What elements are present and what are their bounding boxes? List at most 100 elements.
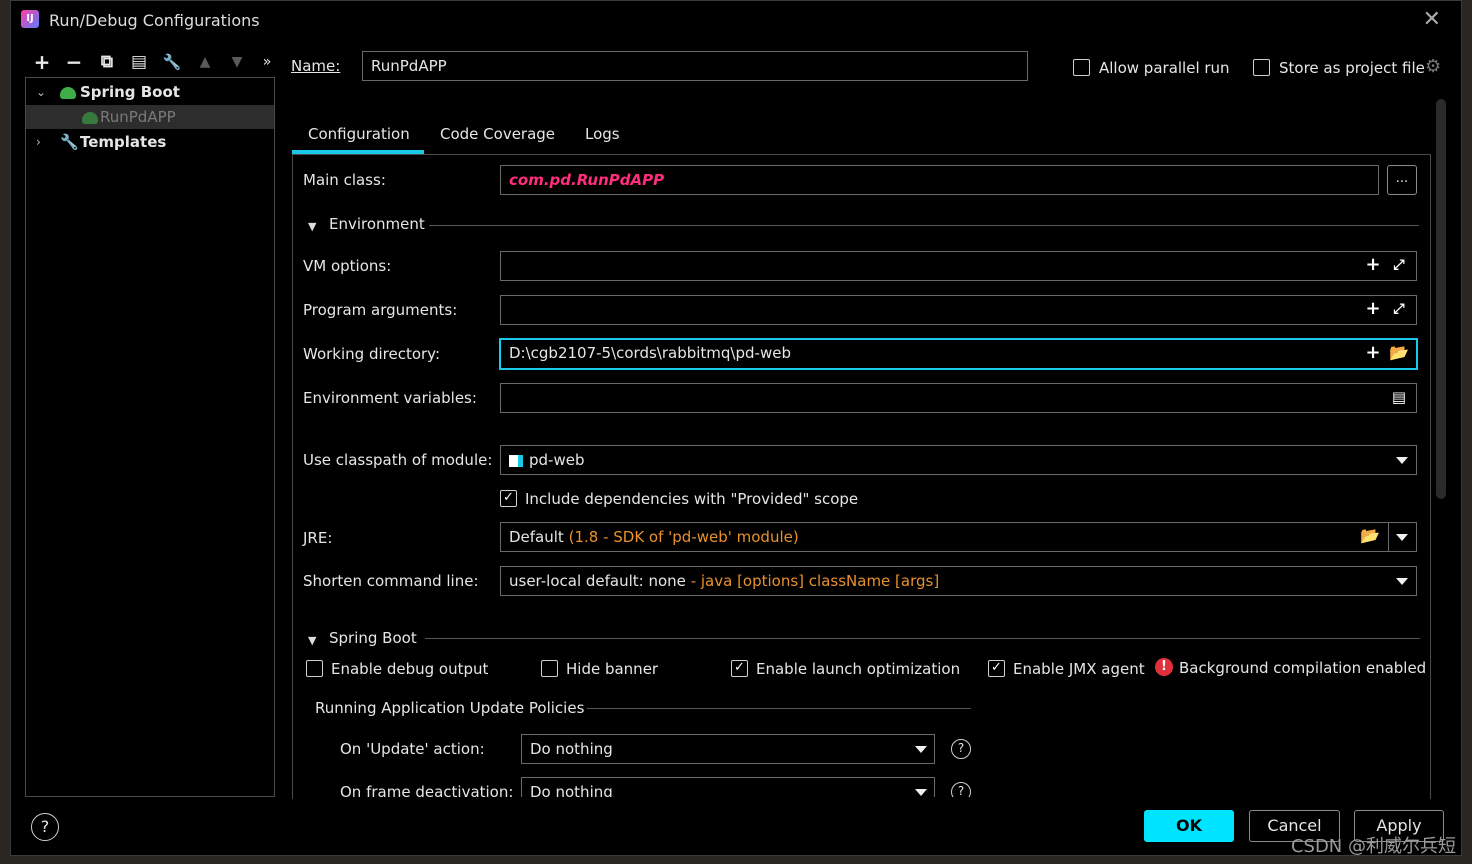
folder-icon[interactable]: 📂	[1389, 343, 1409, 363]
plus-icon[interactable]: +	[1363, 255, 1383, 275]
env-vars-input[interactable]	[500, 383, 1417, 413]
add-icon[interactable]: +	[31, 51, 53, 73]
env-vars-label: Environment variables:	[303, 389, 477, 407]
launch-opt-label: Enable launch optimization	[756, 660, 961, 678]
ok-button[interactable]: OK	[1144, 810, 1234, 842]
configuration-tree: ⌄ Spring Boot RunPdAPP › 🔧 Templates	[25, 77, 275, 797]
tree-item-templates[interactable]: › 🔧 Templates	[26, 130, 274, 154]
program-args-label: Program arguments:	[303, 301, 458, 319]
move-down-icon[interactable]: ▼	[226, 51, 248, 73]
jre-value: Default	[509, 528, 564, 546]
include-deps-checkbox[interactable]: ✓	[500, 490, 517, 507]
close-icon[interactable]: ✕	[1423, 7, 1441, 32]
spring-boot-icon	[82, 112, 98, 124]
working-dir-input[interactable]: D:\cgb2107-5\cords\rabbitmq\pd-web	[499, 338, 1418, 370]
copy-icon[interactable]: ⧉	[96, 51, 118, 73]
policies-label: Running Application Update Policies	[315, 699, 585, 717]
clipped-row: On frame deactivation: Do nothing ?	[292, 777, 1431, 797]
name-input[interactable]: RunPdAPP	[362, 51, 1028, 81]
document-icon[interactable]: ▤	[1389, 387, 1409, 407]
section-divider	[587, 708, 971, 709]
chevron-down-icon[interactable]	[915, 746, 927, 753]
module-icon	[509, 454, 523, 467]
expand-icon[interactable]: ⤢	[1389, 255, 1409, 275]
gear-icon[interactable]: ⚙	[1425, 56, 1441, 77]
tab-logs[interactable]: Logs	[585, 125, 620, 143]
spring-boot-section-label: Spring Boot	[329, 629, 417, 647]
main-class-label: Main class:	[303, 171, 386, 189]
working-dir-label: Working directory:	[303, 345, 441, 363]
window-title: Run/Debug Configurations	[49, 11, 260, 30]
collapse-triangle-icon[interactable]: ▼	[308, 220, 316, 233]
classpath-value: pd-web	[529, 451, 585, 469]
on-frame-select[interactable]: Do nothing	[521, 777, 935, 797]
section-divider	[429, 225, 1419, 226]
vm-options-input[interactable]	[500, 251, 1417, 281]
chevron-down-icon[interactable]	[1396, 457, 1408, 464]
help-icon[interactable]: ?	[31, 813, 59, 841]
tab-configuration[interactable]: Configuration	[308, 125, 410, 143]
help-icon[interactable]: ?	[951, 782, 971, 797]
jre-label: JRE:	[303, 529, 333, 547]
tree-item-label: Spring Boot	[80, 83, 180, 101]
shorten-select[interactable]: user-local default: none - java [options…	[500, 566, 1417, 596]
run-debug-dialog: IJ Run/Debug Configurations ✕ + − ⧉ ▤ 🔧 …	[10, 0, 1462, 856]
tab-code-coverage[interactable]: Code Coverage	[440, 125, 555, 143]
vertical-scrollbar[interactable]	[1436, 99, 1446, 499]
main-class-value: com.pd.RunPdAPP	[509, 171, 665, 189]
error-icon: !	[1155, 658, 1173, 676]
intellij-app-icon: IJ	[21, 10, 39, 28]
hide-banner-checkbox[interactable]	[541, 660, 558, 677]
shorten-detail: - java [options] className [args]	[690, 572, 940, 590]
allow-parallel-checkbox[interactable]	[1073, 59, 1090, 76]
divider	[1388, 523, 1389, 551]
chevron-down-icon[interactable]	[1396, 578, 1408, 585]
debug-output-checkbox[interactable]	[306, 660, 323, 677]
folder-icon[interactable]: 📂	[1360, 526, 1380, 546]
jmx-label: Enable JMX agent	[1013, 660, 1145, 678]
bg-compile-label: Background compilation enabled	[1179, 659, 1427, 677]
classpath-select[interactable]: pd-web	[500, 445, 1417, 475]
plus-icon[interactable]: +	[1363, 299, 1383, 319]
save-icon[interactable]: ▤	[128, 51, 150, 73]
store-project-label: Store as project file	[1279, 59, 1425, 77]
wrench-icon: 🔧	[60, 133, 79, 151]
tree-item-spring-boot[interactable]: ⌄ Spring Boot	[26, 80, 274, 104]
debug-output-label: Enable debug output	[331, 660, 489, 678]
wrench-icon[interactable]: 🔧	[161, 51, 183, 73]
tree-item-label: Templates	[80, 133, 167, 151]
collapse-triangle-icon[interactable]: ▼	[308, 634, 316, 647]
shorten-value: user-local default: none	[509, 572, 686, 590]
plus-icon[interactable]: +	[1363, 343, 1383, 363]
help-icon[interactable]: ?	[951, 739, 971, 759]
on-update-label: On 'Update' action:	[340, 740, 485, 758]
main-class-input[interactable]: com.pd.RunPdAPP	[500, 165, 1379, 195]
on-update-select[interactable]: Do nothing	[521, 734, 935, 764]
chevron-down-icon[interactable]	[1396, 534, 1408, 541]
vm-options-label: VM options:	[303, 257, 392, 275]
expand-icon[interactable]: ⤢	[1389, 299, 1409, 319]
tree-item-label: RunPdAPP	[100, 108, 176, 126]
tree-item-runpdapp[interactable]: RunPdAPP	[26, 105, 274, 129]
browse-button[interactable]: ...	[1387, 165, 1417, 195]
on-frame-label: On frame deactivation:	[340, 783, 514, 797]
program-args-input[interactable]	[500, 295, 1417, 325]
shorten-label: Shorten command line:	[303, 572, 479, 590]
jre-select[interactable]: Default (1.8 - SDK of 'pd-web' module)	[500, 522, 1417, 552]
more-icon[interactable]: »	[256, 51, 278, 73]
chevron-down-icon[interactable]: ⌄	[36, 80, 46, 104]
name-label-text: Name:	[291, 57, 341, 75]
include-deps-label: Include dependencies with "Provided" sco…	[525, 490, 859, 508]
chevron-right-icon[interactable]: ›	[36, 130, 41, 154]
jmx-checkbox[interactable]: ✓	[988, 660, 1005, 677]
allow-parallel-label: Allow parallel run	[1099, 59, 1230, 77]
chevron-down-icon[interactable]	[915, 789, 927, 796]
watermark: CSDN @利威尔兵短	[1290, 836, 1456, 857]
move-up-icon[interactable]: ▲	[194, 51, 216, 73]
hide-banner-label: Hide banner	[566, 660, 659, 678]
remove-icon[interactable]: −	[63, 51, 85, 73]
launch-opt-checkbox[interactable]: ✓	[731, 660, 748, 677]
environment-section-label: Environment	[329, 215, 425, 233]
name-label: Name:	[291, 57, 340, 75]
store-project-checkbox[interactable]	[1253, 59, 1270, 76]
